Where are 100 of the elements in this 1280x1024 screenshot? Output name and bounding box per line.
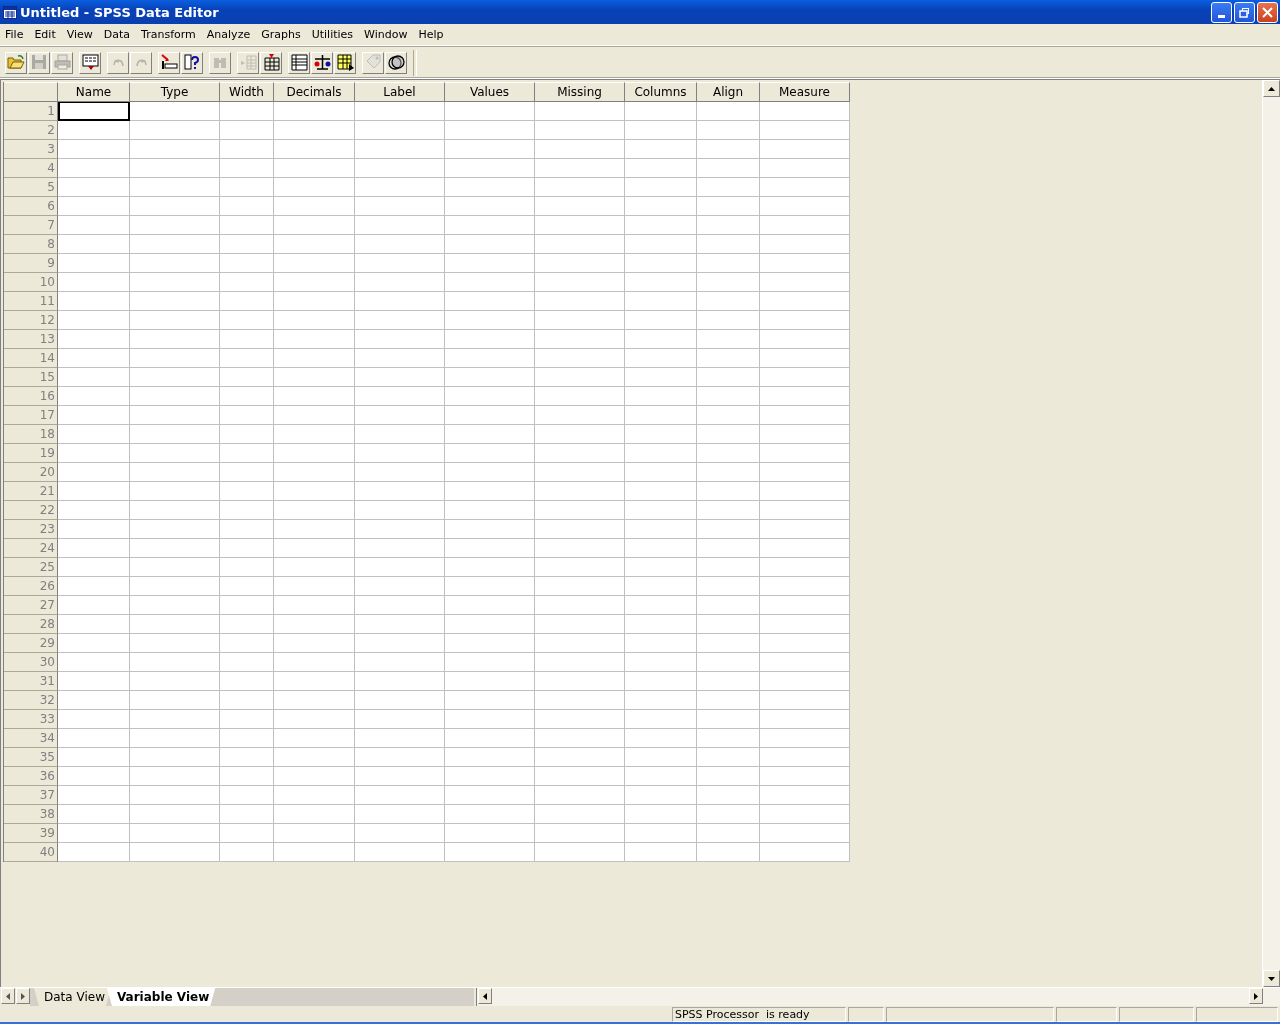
down-arrow-icon — [1268, 976, 1275, 981]
status-pane — [1056, 1007, 1117, 1022]
row-header[interactable]: 12 — [4, 311, 58, 330]
row-header[interactable]: 22 — [4, 501, 58, 520]
row-header[interactable]: 23 — [4, 520, 58, 539]
arrow-to-row-icon — [159, 53, 179, 72]
status-pane — [848, 1007, 884, 1022]
row-header[interactable]: 25 — [4, 558, 58, 577]
row-header[interactable]: 11 — [4, 292, 58, 311]
row-header[interactable]: 30 — [4, 653, 58, 672]
corner-header[interactable] — [4, 82, 58, 102]
column-header[interactable]: Measure — [760, 82, 850, 102]
row-header[interactable]: 17 — [4, 406, 58, 425]
vertical-scrollbar[interactable] — [1262, 80, 1280, 987]
scroll-up-button[interactable] — [1263, 80, 1280, 97]
previous-sheet-button[interactable] — [1, 988, 15, 1004]
menu-item[interactable]: View — [61, 28, 99, 41]
menu-item[interactable]: Window — [359, 28, 414, 41]
right-arrow-icon — [21, 992, 25, 1000]
row-header[interactable]: 32 — [4, 691, 58, 710]
row-header[interactable]: 27 — [4, 596, 58, 615]
row-header[interactable]: 1 — [4, 102, 58, 121]
menu-item[interactable]: Analyze — [201, 28, 257, 41]
row-header[interactable]: 18 — [4, 425, 58, 444]
row-header[interactable]: 6 — [4, 197, 58, 216]
row-header[interactable]: 34 — [4, 729, 58, 748]
close-icon — [1262, 6, 1273, 18]
row-header[interactable]: 4 — [4, 159, 58, 178]
toolbar-button[interactable] — [260, 51, 282, 74]
row-header[interactable]: 24 — [4, 539, 58, 558]
sheet-tab[interactable]: Variable View — [106, 988, 216, 1006]
insert-row-icon — [238, 53, 258, 72]
toolbar-button[interactable] — [181, 51, 203, 74]
circles-icon — [386, 53, 406, 72]
row-header[interactable]: 16 — [4, 387, 58, 406]
toolbar-button[interactable] — [288, 51, 310, 74]
toolbar-button[interactable] — [79, 51, 101, 74]
row-header[interactable]: 38 — [4, 805, 58, 824]
spreadsheet-icon — [3, 5, 17, 19]
scroll-left-button[interactable] — [478, 988, 492, 1004]
row-header[interactable]: 15 — [4, 368, 58, 387]
row-header[interactable]: 29 — [4, 634, 58, 653]
row-header[interactable]: 35 — [4, 748, 58, 767]
row-header[interactable]: 31 — [4, 672, 58, 691]
row-header[interactable]: 19 — [4, 444, 58, 463]
row-header[interactable]: 36 — [4, 767, 58, 786]
close-button[interactable] — [1257, 1, 1278, 23]
row-header[interactable]: 9 — [4, 254, 58, 273]
toolbar-button[interactable] — [311, 51, 333, 74]
column-header[interactable]: Decimals — [274, 82, 355, 102]
table-cell[interactable] — [58, 102, 130, 121]
menu-item[interactable]: Edit — [29, 28, 62, 41]
row-header[interactable]: 21 — [4, 482, 58, 501]
menu-item[interactable]: Utilities — [306, 28, 360, 41]
row-header[interactable]: 26 — [4, 577, 58, 596]
sheet-tab[interactable]: Data View — [34, 988, 111, 1006]
question-mark-icon — [182, 53, 202, 72]
toolbar-button[interactable] — [334, 51, 356, 74]
row-header[interactable]: 28 — [4, 615, 58, 634]
column-header[interactable]: Values — [445, 82, 535, 102]
left-arrow-icon — [6, 992, 10, 1000]
undo-icon — [112, 58, 124, 67]
column-header[interactable]: Type — [130, 82, 220, 102]
table-icon — [289, 53, 309, 72]
window-title: Untitled - SPSS Data Editor — [20, 4, 220, 20]
row-header[interactable]: 37 — [4, 786, 58, 805]
minimize-button[interactable] — [1211, 1, 1232, 23]
toolbar-button[interactable] — [385, 51, 407, 74]
column-header[interactable]: Label — [355, 82, 445, 102]
scroll-down-button[interactable] — [1263, 970, 1280, 987]
next-sheet-button[interactable] — [16, 988, 30, 1004]
row-header[interactable]: 2 — [4, 121, 58, 140]
menu-item[interactable]: File — [0, 28, 30, 41]
printer-icon — [52, 53, 72, 72]
up-arrow-icon — [1268, 86, 1275, 91]
column-header[interactable]: Columns — [625, 82, 697, 102]
toolbar-button[interactable] — [158, 51, 180, 74]
minimize-icon — [1218, 14, 1225, 18]
row-header[interactable]: 8 — [4, 235, 58, 254]
row-header[interactable]: 7 — [4, 216, 58, 235]
horizontal-scrollbar[interactable] — [476, 988, 1280, 1006]
row-header[interactable]: 14 — [4, 349, 58, 368]
column-header[interactable]: Width — [220, 82, 274, 102]
row-header[interactable]: 20 — [4, 463, 58, 482]
scroll-right-button[interactable] — [1249, 988, 1263, 1004]
menu-item[interactable]: Data — [98, 28, 137, 41]
menu-item[interactable]: Help — [413, 28, 450, 41]
restore-button[interactable] — [1234, 1, 1255, 23]
column-header[interactable]: Missing — [535, 82, 625, 102]
row-header[interactable]: 40 — [4, 843, 58, 862]
row-header[interactable]: 33 — [4, 710, 58, 729]
column-header[interactable]: Name — [58, 82, 130, 102]
menu-item[interactable]: Transform — [136, 28, 202, 41]
menu-item[interactable]: Graphs — [256, 28, 307, 41]
row-header[interactable]: 5 — [4, 178, 58, 197]
row-header[interactable]: 39 — [4, 824, 58, 843]
row-header[interactable]: 10 — [4, 273, 58, 292]
column-header[interactable]: Align — [697, 82, 760, 102]
row-header[interactable]: 3 — [4, 140, 58, 159]
row-header[interactable]: 13 — [4, 330, 58, 349]
